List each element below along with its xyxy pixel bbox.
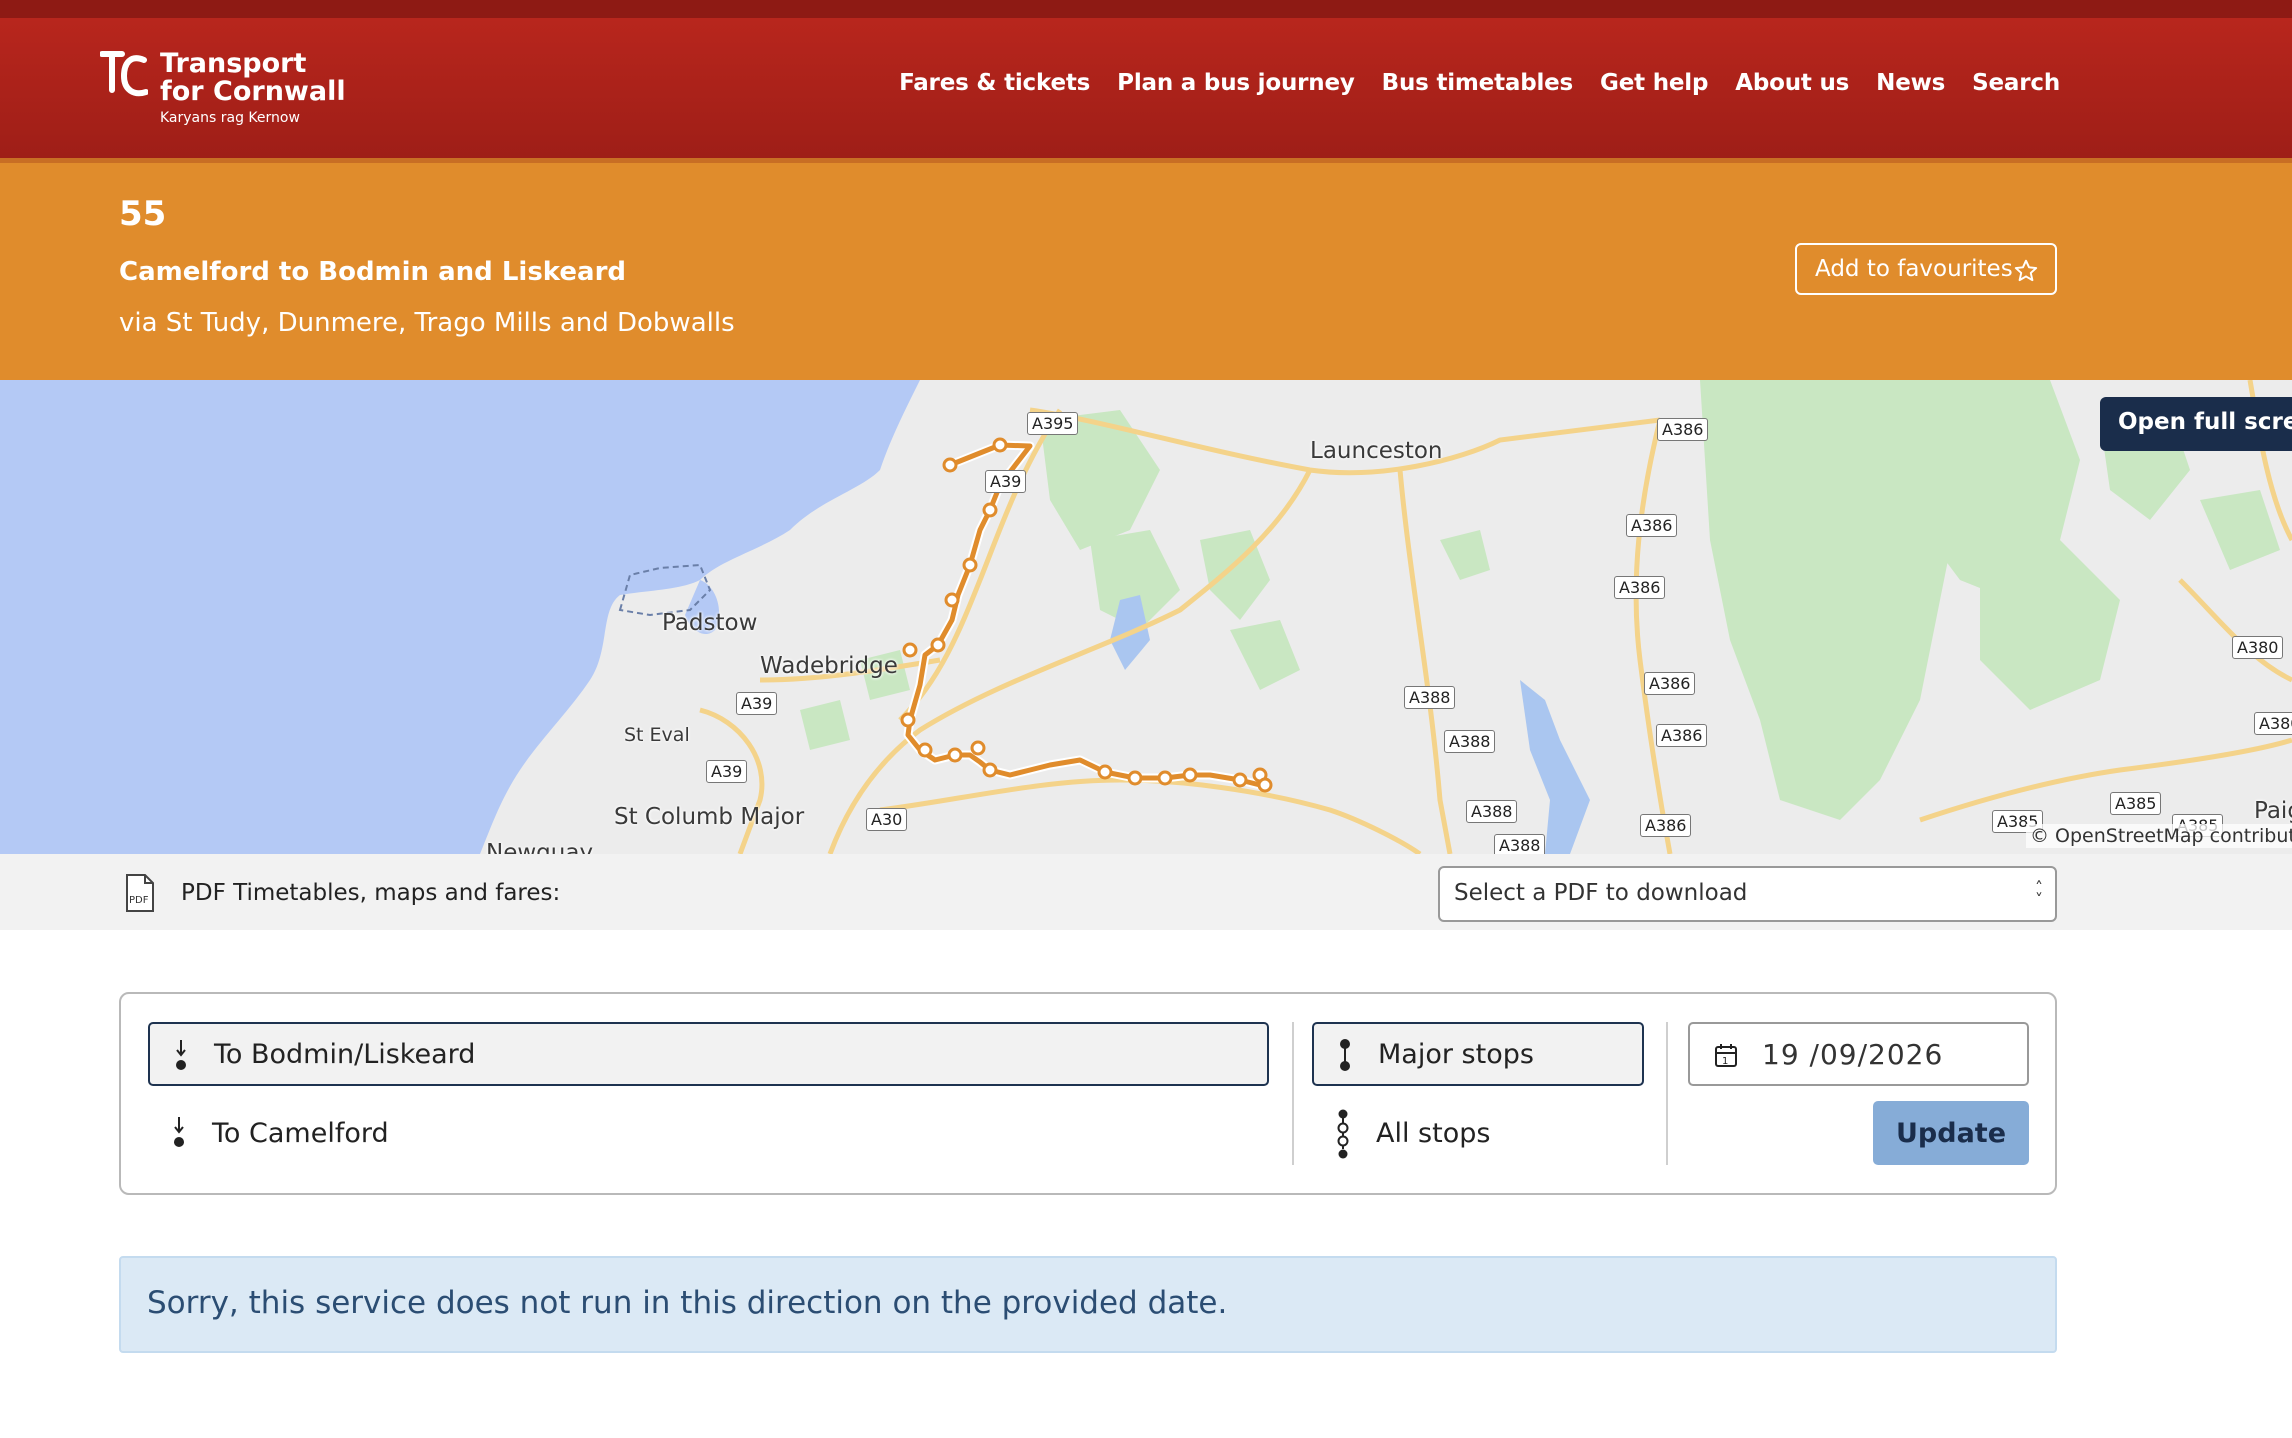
stops-label: All stops — [1376, 1117, 1491, 1149]
place-label: Wadebridge — [760, 653, 898, 679]
place-label: St Eval — [624, 724, 690, 746]
svg-text:PDF: PDF — [129, 895, 149, 906]
svg-text:1: 1 — [1722, 1056, 1729, 1067]
logo-text-line1: Transport — [160, 48, 307, 79]
major-stops-icon — [1340, 1039, 1350, 1071]
date-input[interactable]: 1 19 /09/2026 — [1688, 1022, 2029, 1086]
road-label: A388 — [1494, 834, 1546, 854]
route-via: via St Tudy, Dunmere, Trago Mills and Do… — [119, 308, 735, 338]
road-label: A395 — [1027, 412, 1079, 435]
direction-down-icon — [176, 1040, 186, 1070]
direction-option-bodmin-liskeard[interactable]: To Bodmin/Liskeard — [148, 1022, 1269, 1086]
map-attribution[interactable]: © OpenStreetMap contributors — [2026, 824, 2292, 848]
select-arrows-icon: ˄ ˅ — [2035, 878, 2043, 909]
pdf-download-select[interactable]: Select a PDF to download ˄ ˅ — [1438, 866, 2057, 922]
map-background — [0, 380, 2292, 854]
nav-bus-timetables[interactable]: Bus timetables — [1382, 70, 1574, 96]
pdf-file-icon: PDF — [126, 874, 154, 912]
date-value: 19 /09/2026 — [1762, 1037, 1944, 1071]
filter-divider — [1292, 1022, 1294, 1165]
logo-mark-icon — [100, 51, 148, 97]
road-label: A385 — [2110, 792, 2162, 815]
route-title: Camelford to Bodmin and Liskeard — [119, 257, 626, 287]
road-label: A388 — [1466, 800, 1518, 823]
filter-divider — [1666, 1022, 1668, 1165]
all-stops-icon — [1337, 1109, 1349, 1159]
road-label: A380 — [2254, 712, 2292, 735]
place-label: Launceston — [1310, 438, 1443, 464]
road-label: A386 — [1644, 672, 1696, 695]
road-label: A380 — [2232, 636, 2284, 659]
star-icon — [2014, 259, 2038, 282]
pdf-label: PDF Timetables, maps and fares: — [181, 880, 561, 906]
direction-label: To Bodmin/Liskeard — [214, 1038, 476, 1070]
place-label: Newquay — [486, 840, 594, 854]
route-map[interactable]: Launceston Padstow Wadebridge St Eval St… — [0, 380, 2292, 854]
stops-label: Major stops — [1378, 1038, 1534, 1070]
nav-plan-journey[interactable]: Plan a bus journey — [1117, 70, 1355, 96]
road-label: A39 — [706, 760, 748, 783]
road-label: A386 — [1657, 418, 1709, 441]
top-strip — [0, 0, 2292, 18]
place-label: Paign — [2254, 798, 2292, 824]
place-label: St Columb Major — [614, 804, 805, 830]
logo-text-line2: for Cornwall — [160, 76, 346, 107]
road-label: A388 — [1404, 686, 1456, 709]
calendar-icon: 1 — [1715, 1044, 1737, 1067]
direction-label: To Camelford — [212, 1117, 389, 1149]
open-full-screen-button[interactable]: Open full screen — [2100, 397, 2292, 451]
nav-news[interactable]: News — [1876, 70, 1945, 96]
road-label: A386 — [1656, 724, 1708, 747]
service-alert-message: Sorry, this service does not run in this… — [119, 1256, 2057, 1353]
nav-search[interactable]: Search — [1972, 70, 2060, 96]
update-button[interactable]: Update — [1873, 1101, 2029, 1165]
road-label: A30 — [866, 808, 908, 831]
road-label: A388 — [1444, 730, 1496, 753]
main-nav: Fares & tickets Plan a bus journey Bus t… — [899, 70, 2060, 96]
road-label: A386 — [1626, 514, 1678, 537]
logo-tagline: Karyans rag Kernow — [160, 110, 300, 126]
direction-down-icon — [174, 1117, 184, 1147]
place-label: Padstow — [662, 610, 758, 636]
stops-option-all[interactable]: All stops — [1312, 1101, 1644, 1165]
nav-fares-tickets[interactable]: Fares & tickets — [899, 70, 1090, 96]
road-label: A39 — [985, 470, 1027, 493]
road-label: A39 — [736, 692, 778, 715]
route-number: 55 — [119, 194, 167, 234]
road-label: A386 — [1614, 576, 1666, 599]
road-label: A386 — [1640, 814, 1692, 837]
add-to-favourites-label: Add to favourites — [1815, 256, 2013, 282]
add-to-favourites-button[interactable]: Add to favourites — [1795, 243, 2057, 295]
site-logo[interactable]: Transport for Cornwall Karyans rag Kerno… — [100, 48, 346, 128]
direction-option-camelford[interactable]: To Camelford — [148, 1101, 1269, 1165]
stops-option-major[interactable]: Major stops — [1312, 1022, 1644, 1086]
nav-about-us[interactable]: About us — [1735, 70, 1849, 96]
nav-get-help[interactable]: Get help — [1600, 70, 1708, 96]
pdf-select-value: Select a PDF to download — [1454, 880, 1748, 906]
